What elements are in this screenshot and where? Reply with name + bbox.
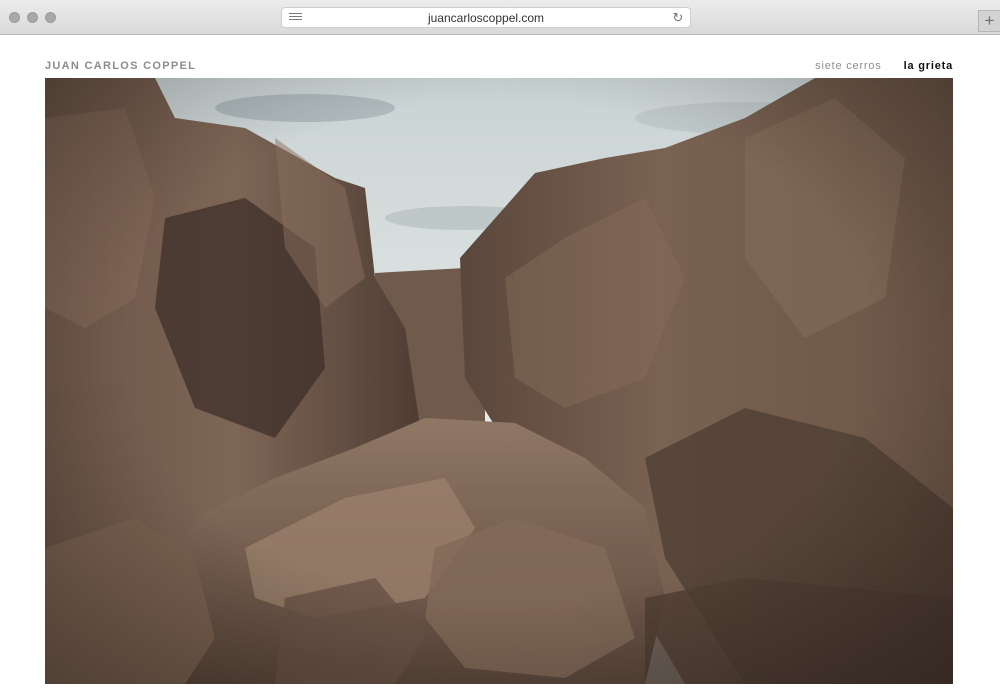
canyon-photo-illustration	[45, 78, 953, 684]
browser-toolbar: juancarloscoppel.com ↻ +	[0, 0, 1000, 35]
site-logo[interactable]: JUAN CARLOS COPPEL	[45, 60, 196, 72]
close-window-button[interactable]	[9, 12, 20, 23]
address-bar[interactable]: juancarloscoppel.com ↻	[281, 7, 691, 28]
site-nav: siete cerros la grieta	[815, 60, 953, 72]
hero-photo	[45, 78, 953, 684]
nav-link-siete-cerros[interactable]: siete cerros	[815, 60, 881, 72]
new-tab-button[interactable]: +	[978, 10, 1000, 32]
zoom-window-button[interactable]	[45, 12, 56, 23]
minimize-window-button[interactable]	[27, 12, 38, 23]
nav-link-la-grieta[interactable]: la grieta	[904, 60, 953, 72]
url-text[interactable]: juancarloscoppel.com	[282, 11, 690, 25]
reload-icon[interactable]: ↻	[670, 10, 686, 26]
